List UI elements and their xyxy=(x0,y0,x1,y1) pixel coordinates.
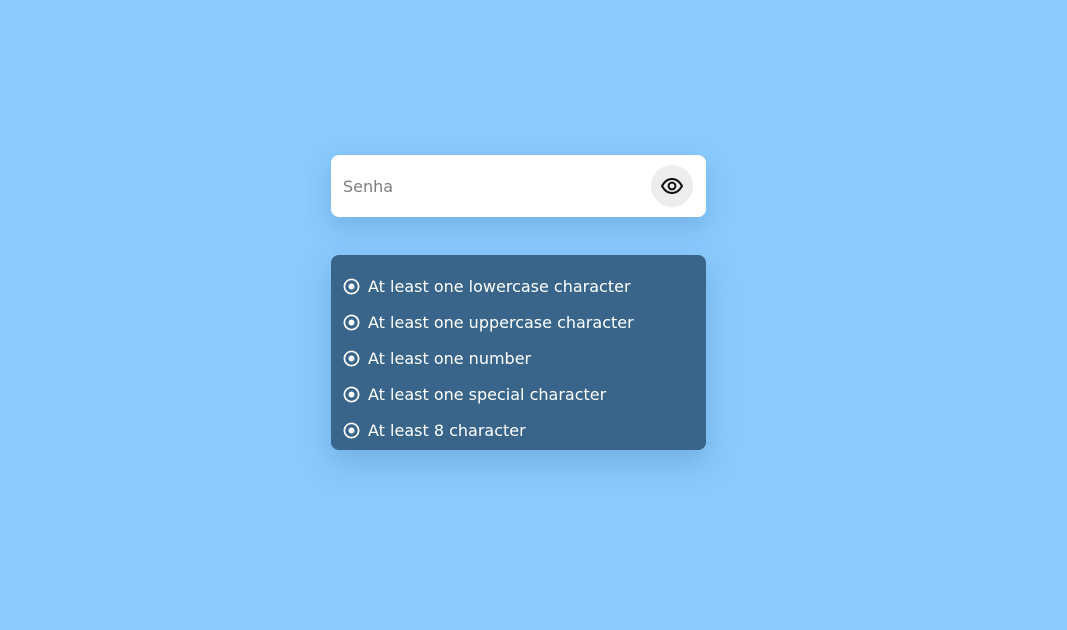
requirement-lowercase: At least one lowercase character xyxy=(343,268,706,304)
requirement-special-character: At least one special character xyxy=(343,376,706,412)
password-field-container xyxy=(331,155,706,217)
requirement-min-length: At least 8 character xyxy=(343,412,706,448)
requirement-number: At least one number xyxy=(343,340,706,376)
radio-icon xyxy=(343,422,360,438)
eye-icon xyxy=(661,178,683,194)
requirement-label: At least one number xyxy=(368,348,532,368)
requirements-list: At least one lowercase character At leas… xyxy=(343,268,706,448)
radio-icon xyxy=(343,278,360,294)
password-requirements-panel: At least one lowercase character At leas… xyxy=(331,255,706,450)
show-password-button[interactable] xyxy=(651,165,693,207)
radio-icon xyxy=(343,350,360,366)
requirement-label: At least 8 character xyxy=(368,420,526,440)
requirement-label: At least one uppercase character xyxy=(368,312,634,332)
requirement-label: At least one lowercase character xyxy=(368,276,631,296)
radio-icon xyxy=(343,314,360,330)
radio-icon xyxy=(343,386,360,402)
requirement-uppercase: At least one uppercase character xyxy=(343,304,706,340)
requirement-label: At least one special character xyxy=(368,384,607,404)
password-input[interactable] xyxy=(343,155,643,217)
